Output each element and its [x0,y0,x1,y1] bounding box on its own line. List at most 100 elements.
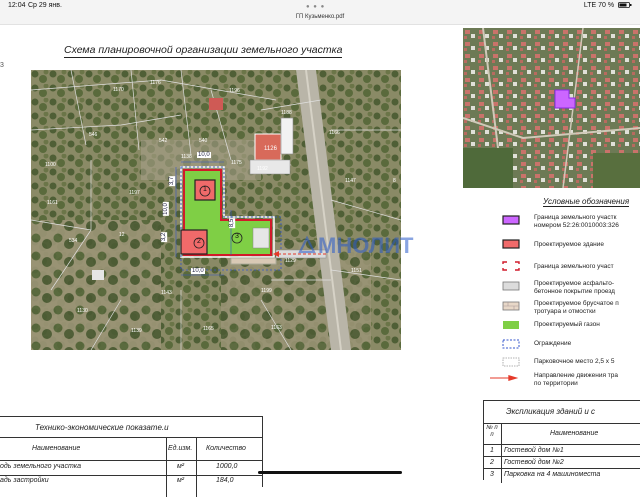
dim-left-mid: 10,0 [162,202,169,216]
boundary-purple-icon [502,215,520,225]
network-text: LTE 70 % [583,2,615,9]
explication-cell-num: 1 [490,447,494,454]
neighbor-label: 1161 [47,200,58,206]
svg-text:1126: 1126 [264,146,278,152]
neighbor-label: 1176 [150,80,161,86]
building-2-label: 2 [197,238,201,245]
neighbor-label: 1165 [203,326,214,332]
legend-item: Граница земельного участк номером 52:26:0… [490,214,640,232]
neighbor-label: 1100 [45,162,56,168]
asphalt-icon [502,281,520,291]
tep-header-qty: Количество [206,445,246,452]
neighbor-label: 1139 [131,328,142,334]
tep-cell-name: адь застройки [0,477,49,484]
neighbor-label: 540 [199,138,208,144]
neighbor-label: 534 [69,238,78,244]
neighbor-label: 1163 [271,325,282,331]
explication-table: Экспликация зданий и с № п п Наименовани… [483,400,640,483]
neighbor-label: 1188 [281,110,292,116]
dim-bottom: 10,0 [191,268,205,274]
sheet-mark: 3 [0,62,4,69]
traffic-arrow-icon [490,375,519,381]
lawn-icon [503,321,519,329]
status-date: Ср 29 янв. [28,2,62,9]
tep-table-title: Технико-экономические показате.и [35,423,169,432]
explication-cell-name: Гостевой дом №2 [504,459,564,466]
home-indicator[interactable] [258,471,402,474]
legend-text: Граница земельного участ [534,263,614,270]
neighbor-label: 1175 [231,160,242,166]
building-icon [502,239,520,249]
paving-icon [502,301,520,311]
boundary-dash-icon [502,261,520,271]
scheme-title: Схема планировочной организации земельно… [64,44,343,58]
legend-text: по территории [534,379,578,387]
tep-cell-qty: 184,0 [216,477,234,484]
neighbor-label: 12 [119,232,125,238]
dim-right-mid: 8,5 [229,217,236,229]
tep-table: Технико-экономические показате.и Наимено… [0,416,263,497]
legend-text: Проектируемое брусчатое п [534,300,619,307]
status-network: LTE 70 % [584,2,632,9]
neighbor-label: 1151 [351,268,362,274]
fence-icon [502,339,520,349]
neighbor-label: 1129 [285,258,296,264]
legend-item: Проектируемый газон [490,319,640,337]
legend-item: Проектируемое здание [490,238,640,256]
neighbor-label: 1147 [345,178,356,184]
neighbor-label: 1130 [77,308,88,314]
legend-text: Ограждение [534,340,572,347]
explication-cell-num: 3 [490,471,494,478]
neighbor-label: 1143 [161,290,172,296]
document-filename: ГП Кузьменко.pdf [295,14,345,20]
parking-label: 3 [235,233,239,240]
legend-item: Проектируемое асфальто-бетонное покрытие… [490,280,640,298]
legend-item: Проектируемое брусчатое п тротуара и отмо… [490,300,640,318]
legend-title: Условные обозначения [543,197,630,207]
neighbor-label: 8 [393,178,396,184]
explication-header-num: № п п [486,425,498,438]
neighbor-label: 1197 [129,190,140,196]
legend-item: Граница земельного участ [490,260,640,278]
explication-cell-name: Гостевой дом №1 [504,447,564,454]
inset-map-svg [463,28,640,188]
legend-text: Граница земельного участк [534,214,617,221]
dim-left-lower: 3,2 [161,231,168,243]
legend-text: Проектируемое асфальто- [534,280,615,287]
battery-icon [618,2,632,9]
explication-cell-num: 2 [490,459,494,466]
tep-header-name: Наименование [32,445,81,452]
explication-header-name: Наименование [550,430,599,437]
watermark-text: МНОЛИТ [318,233,414,258]
tep-cell-unit: м² [177,463,185,470]
explication-title: Экспликация зданий и с [506,407,596,416]
legend-text: Проектируемое здание [534,241,604,248]
dim-top: 10,0 [197,152,211,158]
neighbor-label: 546 [89,132,98,138]
tep-cell-unit: м² [177,477,185,484]
legend-item: Ограждение [490,338,640,356]
legend-text: Парковочное место 2,5 x 5 [534,358,615,365]
site-plan-map: 1126 1170 1176 1196 546 540 1100 1138 54… [31,70,401,350]
neighbor-label: 1192 [257,166,268,172]
status-time: 12:04 [8,2,26,9]
neighbor-label: 1166 [329,130,340,136]
legend-text: номером 52:26:0010003:326 [534,221,619,229]
legend-text: тротуара и отмостки [534,307,596,315]
more-dots-icon[interactable]: ● ● ● [306,4,325,10]
building-1-label: 1 [203,186,207,193]
explication-cell-name: Парковка на 4 машиноместа [504,471,601,478]
neighbor-label: 1196 [229,88,240,94]
neighbor-label: 1170 [113,87,124,93]
neighbor-label: 1199 [261,288,272,294]
location-inset-map [463,28,640,188]
legend-text: бетонное покрытие проезд [534,287,615,295]
watermark-logo-icon [298,236,316,254]
neighbor-label: 542 [159,138,168,144]
neighbor-label: 1138 [181,154,192,160]
parking-icon [502,357,520,367]
tep-header-unit: Ед.изм. [168,445,193,452]
dim-left-upper: 3,7 [169,175,176,187]
legend-item: Направление движения тра по территории [490,372,640,390]
tep-cell-qty: 1000,0 [216,463,238,470]
